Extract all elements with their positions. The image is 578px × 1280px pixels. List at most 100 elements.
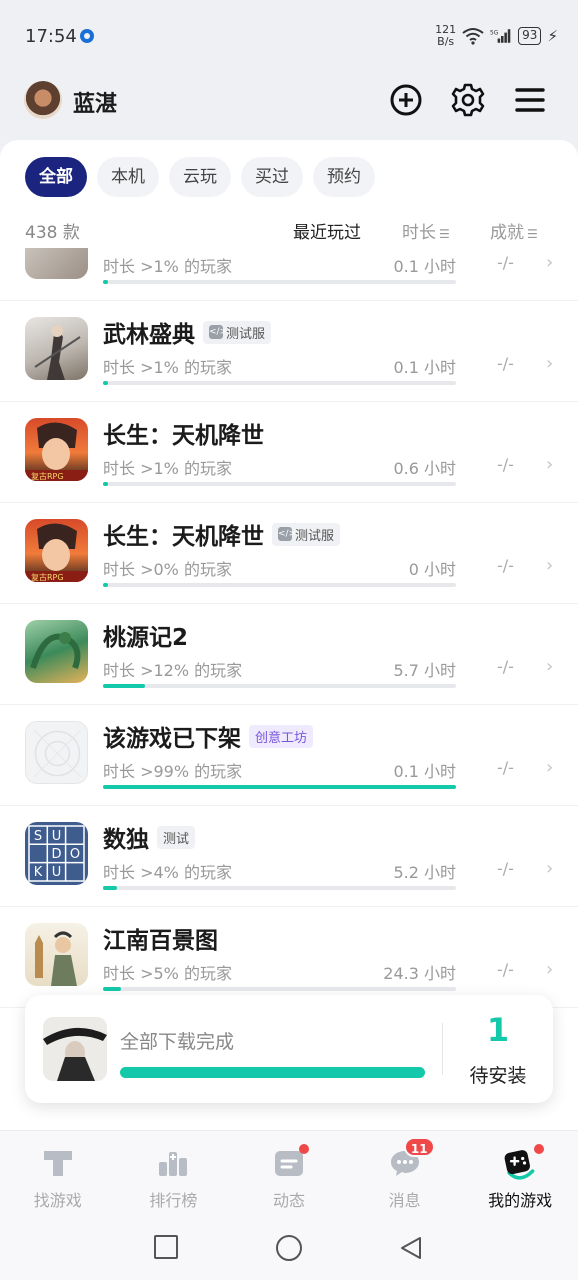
svg-text:D: D <box>51 847 61 862</box>
game-achievement: -/- <box>497 960 514 979</box>
system-navigation-bar <box>0 1215 578 1280</box>
chevron-right-icon: › <box>546 959 554 980</box>
nav-leaderboard[interactable]: 排行榜 <box>116 1131 232 1215</box>
pending-install-count[interactable]: 1 <box>443 1011 553 1049</box>
game-icon <box>25 923 88 986</box>
nav-feed[interactable]: 动态 <box>231 1131 347 1215</box>
playtime-progress-fill <box>103 785 456 789</box>
playtime-progress-bar <box>103 886 456 890</box>
game-title-row: 江南百景图 <box>103 921 218 955</box>
sort-icon: ☰ <box>527 227 538 241</box>
game-playtime-rank: 时长 >12% 的玩家 <box>103 661 243 680</box>
pending-install-label[interactable]: 待安装 <box>443 1061 553 1088</box>
chevron-right-icon: › <box>546 757 554 778</box>
settings-button[interactable] <box>450 82 486 118</box>
game-icon: 复古RPG <box>25 519 88 582</box>
svg-text:复古RPG: 复古RPG <box>31 572 64 582</box>
filter-tab-cloud[interactable]: 云玩 <box>169 157 231 197</box>
game-achievement: -/- <box>497 455 514 474</box>
game-title-row: 数独 测试 <box>103 820 196 854</box>
game-hours: 0.1 小时 <box>393 762 456 781</box>
username[interactable]: 蓝湛 <box>73 86 117 118</box>
svg-text:K: K <box>34 865 43 880</box>
game-playtime-rank: 时长 >1% 的玩家 <box>103 358 232 377</box>
playtime-progress-bar <box>103 482 456 486</box>
filter-tab-purchased[interactable]: 买过 <box>241 157 303 197</box>
sort-achievement-button[interactable]: 成就 ☰ <box>490 218 538 243</box>
plus-circle-icon <box>390 84 422 116</box>
playtime-progress-bar <box>103 684 456 688</box>
game-count: 438 款 <box>25 223 80 243</box>
game-title: 长生：天机降世 <box>103 524 264 550</box>
test-server-badge: </> 测试服 <box>203 320 272 344</box>
sort-bar: 438 款 最近玩过 时长 ☰ 成就 ☰ <box>0 218 578 243</box>
game-list-item[interactable]: 时长 >1% 的玩家 0.1 小时 -/- › <box>0 248 578 301</box>
bottom-navigation: 找游戏 排行榜 动态 11 消息 我的游戏 <box>0 1130 578 1215</box>
filter-tab-reserved[interactable]: 预约 <box>313 157 375 197</box>
game-list-item[interactable]: 江南百景图 时长 >5% 的玩家 24.3 小时 -/- › <box>0 907 578 1008</box>
download-progress-bar <box>120 1067 425 1078</box>
nav-messages[interactable]: 11 消息 <box>347 1131 463 1215</box>
home-button[interactable] <box>276 1235 302 1261</box>
game-placeholder-icon <box>25 721 88 784</box>
game-achievement: -/- <box>497 556 514 575</box>
game-playtime-rank: 时长 >0% 的玩家 <box>103 560 232 579</box>
game-hours: 0.1 小时 <box>393 358 456 377</box>
messages-icon: 11 <box>387 1137 435 1179</box>
notification-dot <box>534 1144 545 1154</box>
games-panel: 全部 本机 云玩 买过 预约 438 款 最近玩过 时长 ☰ 成就 ☰ 时长 >1%… <box>0 140 578 1130</box>
game-list-item[interactable]: 该游戏已下架 创意工坊 时长 >99% 的玩家 0.1 小时 -/- › <box>0 705 578 806</box>
svg-text:S: S <box>34 829 42 844</box>
game-achievement: -/- <box>497 253 514 272</box>
game-hours: 0.1 小时 <box>393 257 456 276</box>
playtime-progress-fill <box>103 684 146 688</box>
location-indicator-icon <box>80 29 94 43</box>
back-button[interactable] <box>398 1235 424 1261</box>
charging-icon: ⚡ <box>547 27 558 45</box>
chevron-right-icon: › <box>546 353 554 374</box>
sort-recent-button[interactable]: 最近玩过 <box>293 218 361 243</box>
chevron-right-icon: › <box>546 858 554 879</box>
game-title: 武林盛典 <box>103 322 195 348</box>
game-achievement: -/- <box>497 354 514 373</box>
game-list-item[interactable]: 武林盛典 </> 测试服 时长 >1% 的玩家 0.1 小时 -/- › <box>0 301 578 402</box>
svg-text:复古RPG: 复古RPG <box>31 471 64 481</box>
game-icon <box>25 317 88 380</box>
game-list-item[interactable]: SU DO KU 数独 测试 时长 >4% 的玩家 5.2 小时 -/- › <box>0 806 578 907</box>
add-button[interactable] <box>388 82 424 118</box>
wifi-icon <box>462 28 484 45</box>
game-icon: 复古RPG <box>25 418 88 481</box>
filter-tabs: 全部 本机 云玩 买过 预约 <box>25 157 375 197</box>
game-title-row: 长生：天机降世 <box>103 416 264 450</box>
game-title-row: 武林盛典 </> 测试服 <box>103 315 272 349</box>
playtime-progress-bar <box>103 785 456 789</box>
filter-tab-all[interactable]: 全部 <box>25 157 87 197</box>
code-icon: </> <box>278 527 297 541</box>
game-playtime-rank: 时长 >99% 的玩家 <box>103 762 243 781</box>
messages-count-badge: 11 <box>403 1137 435 1157</box>
svg-text:O: O <box>70 847 80 862</box>
game-title: 该游戏已下架 <box>103 726 241 752</box>
game-list-item[interactable]: 复古RPG 长生：天机降世 时长 >1% 的玩家 0.6 小时 -/- › <box>0 402 578 503</box>
game-title: 桃源记2 <box>103 625 189 651</box>
game-list-item[interactable]: 桃源记2 时长 >12% 的玩家 5.7 小时 -/- › <box>0 604 578 705</box>
sort-duration-button[interactable]: 时长 ☰ <box>402 218 450 243</box>
playtime-progress-fill <box>103 886 118 890</box>
game-icon: SU DO KU <box>25 822 88 885</box>
game-title: 长生：天机降世 <box>103 423 264 449</box>
download-status-card[interactable]: 全部下载完成 1 待安装 <box>25 995 553 1103</box>
notification-dot <box>298 1144 309 1154</box>
game-list-item[interactable]: 复古RPG 长生：天机降世 </> 测试服 时长 >0% 的玩家 0 小时 -/-… <box>0 503 578 604</box>
game-icon <box>25 620 88 683</box>
filter-tab-local[interactable]: 本机 <box>97 157 159 197</box>
svg-text:U: U <box>52 865 62 880</box>
nav-find-games[interactable]: 找游戏 <box>0 1131 116 1215</box>
leaderboard-icon <box>155 1147 191 1179</box>
avatar[interactable] <box>24 81 62 119</box>
status-indicators: 121 B/s 5G 93 ⚡ <box>435 24 558 48</box>
menu-button[interactable] <box>512 82 548 118</box>
battery-level: 93 <box>518 27 542 45</box>
game-title: 江南百景图 <box>103 928 218 954</box>
nav-my-games[interactable]: 我的游戏 <box>462 1131 578 1215</box>
recent-apps-button[interactable] <box>154 1235 178 1259</box>
